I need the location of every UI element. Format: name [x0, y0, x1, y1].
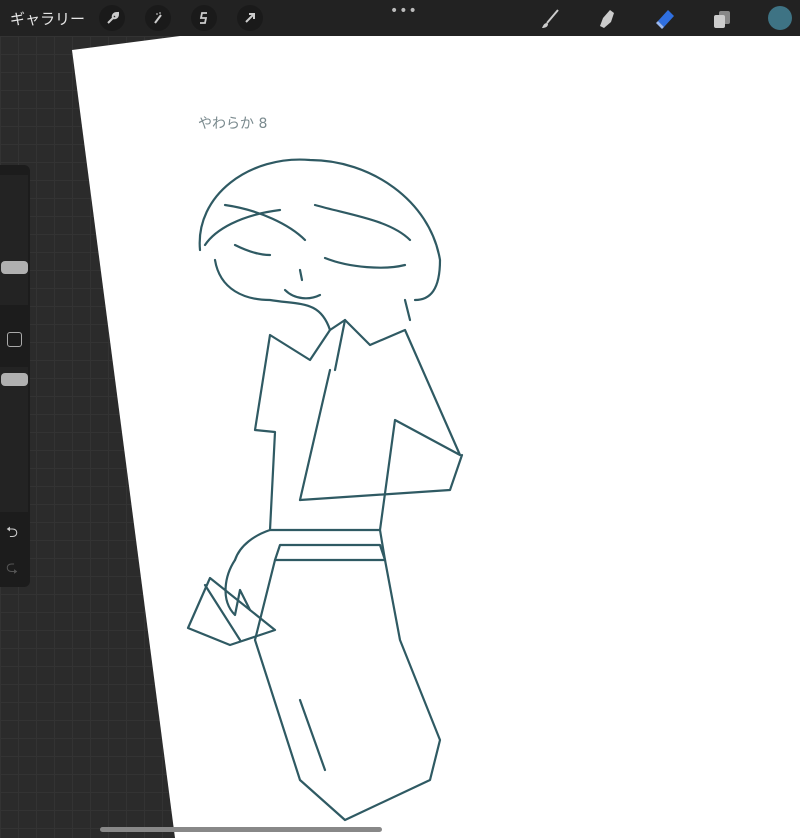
eraser-icon[interactable]	[652, 6, 678, 32]
color-swatch[interactable]	[768, 6, 792, 30]
opacity-slider[interactable]	[0, 367, 28, 512]
redo-icon[interactable]: ⮎	[6, 557, 18, 582]
smudge-icon[interactable]	[594, 6, 620, 32]
adjustments-magic-wand-icon[interactable]	[145, 5, 172, 31]
home-indicator	[100, 827, 382, 832]
top-toolbar: ギャラリー •••	[0, 0, 800, 36]
brush-size-thumb[interactable]	[1, 261, 28, 274]
layers-icon[interactable]	[709, 6, 735, 32]
transform-arrow-icon[interactable]	[237, 5, 264, 31]
drawing-canvas[interactable]: やわらか 8	[0, 0, 800, 838]
undo-icon[interactable]: ⮌	[6, 522, 18, 547]
brush-icon[interactable]	[537, 6, 563, 32]
sidebar: ⮌ ⮎	[0, 165, 30, 587]
selection-icon[interactable]	[191, 5, 218, 31]
more-options-button[interactable]: •••	[390, 3, 418, 19]
opacity-thumb[interactable]	[1, 373, 28, 386]
eyedropper-square-button[interactable]	[7, 332, 22, 347]
gallery-button[interactable]: ギャラリー	[10, 8, 85, 29]
handwritten-note: やわらか 8	[198, 116, 267, 132]
actions-wrench-icon[interactable]	[99, 5, 126, 31]
brush-size-slider[interactable]	[0, 175, 28, 305]
